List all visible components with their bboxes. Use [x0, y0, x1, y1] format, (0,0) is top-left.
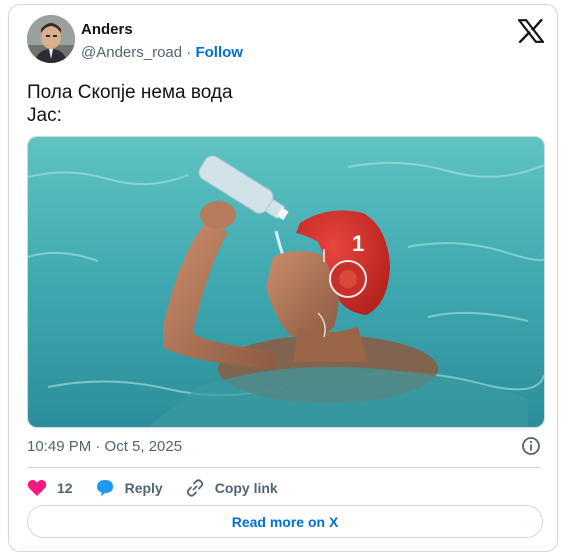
action-bar: 12 Reply Copy link [27, 476, 300, 500]
divider [27, 467, 541, 468]
tweet-text: Пола Скопје нема вода Јас: [27, 81, 233, 127]
like-button[interactable]: 12 [27, 479, 73, 497]
info-icon[interactable] [521, 436, 541, 456]
cap-number: 1 [352, 231, 364, 256]
speech-bubble-icon [96, 480, 113, 497]
x-logo-icon[interactable] [518, 19, 544, 43]
timestamp[interactable]: 10:49 PM · Oct 5, 2025 [27, 438, 182, 455]
reply-label: Reply [124, 480, 163, 496]
avatar[interactable] [27, 15, 75, 63]
tweet-card: Anders @Anders_road · Follow Пола Скопје… [8, 4, 558, 552]
reply-button[interactable]: Reply [95, 478, 163, 498]
read-more-button[interactable]: Read more on X [27, 505, 543, 538]
handle-separator: · [182, 44, 196, 61]
author-handle[interactable]: @Anders_road [81, 44, 182, 61]
heart-icon [27, 480, 47, 496]
copy-link-label: Copy link [214, 480, 278, 496]
follow-button[interactable]: Follow [195, 44, 243, 61]
tweet-text-line: Јас: [27, 105, 62, 126]
tweet-text-line: Пола Скопје нема вода [27, 82, 233, 103]
copy-link-button[interactable]: Copy link [185, 478, 278, 498]
tweet-media-image[interactable]: 1 [27, 136, 545, 428]
author-name[interactable]: Anders [81, 21, 133, 38]
link-icon [186, 479, 203, 497]
timestamp-row: 10:49 PM · Oct 5, 2025 [27, 436, 541, 458]
like-count: 12 [57, 480, 73, 496]
author-handle-row: @Anders_road · Follow [81, 44, 243, 61]
